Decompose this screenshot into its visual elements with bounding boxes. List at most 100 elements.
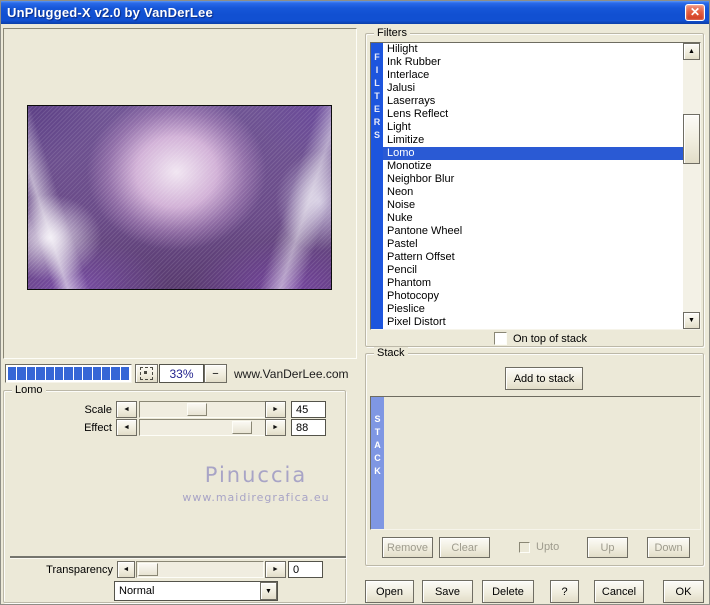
on-top-of-stack-label: On top of stack	[513, 332, 587, 345]
scale-value-input[interactable]: 45	[291, 401, 326, 418]
progress-segment	[36, 367, 45, 380]
effect-slider-thumb[interactable]	[232, 421, 252, 434]
upto-label: Upto	[536, 541, 560, 553]
filter-list-item[interactable]: Pieslice	[383, 303, 683, 316]
effect-slider-track[interactable]	[139, 419, 266, 436]
filter-list-item[interactable]: Interlace	[383, 69, 683, 82]
filters-listbox: FILTERS Hilight Ink Rubber Interlace Jalusi…	[370, 42, 701, 330]
progress-segment	[120, 367, 130, 380]
filters-group: Filters FILTERS Hilight Ink Rubber Interla…	[365, 27, 704, 347]
transparency-increment-button[interactable]: ►	[265, 561, 286, 578]
progress-segment	[101, 367, 111, 380]
effect-increment-button[interactable]: ►	[265, 419, 286, 436]
transparency-slider-thumb[interactable]	[138, 563, 158, 576]
filter-list-item[interactable]: Pastel	[383, 238, 683, 251]
watermark-name: Pinuccia	[204, 463, 308, 487]
filter-list-item[interactable]: Lens Reflect	[383, 108, 683, 121]
scrollbar-thumb[interactable]	[683, 114, 700, 164]
open-button[interactable]: Open	[365, 580, 414, 603]
progress-segment	[92, 367, 101, 380]
window-title: UnPlugged-X v2.0 by VanDerLee	[7, 5, 213, 20]
upto-checkbox[interactable]	[519, 541, 530, 553]
zoom-out-button[interactable]: −	[204, 364, 227, 383]
filter-list-item[interactable]: Nuke	[383, 212, 683, 225]
filter-params-group-label: Lomo	[12, 384, 46, 396]
ok-button[interactable]: OK	[663, 580, 704, 603]
upto-option[interactable]: Upto	[519, 541, 559, 553]
vanderlee-link[interactable]: www.VanDerLee.com	[234, 367, 349, 381]
transparency-slider-track[interactable]	[136, 561, 264, 578]
progress-segment	[73, 367, 83, 380]
zoom-level[interactable]: 33%	[159, 364, 204, 383]
transparency-label: Transparency	[46, 564, 113, 576]
stack-group: Stack Add to stack STACK Remove Clear Up…	[365, 347, 704, 566]
filter-list-item[interactable]: Pantone Wheel	[383, 225, 683, 238]
progress-segment	[26, 367, 36, 380]
blend-mode-value: Normal	[119, 585, 155, 597]
filter-list-item[interactable]: Pixel Distort	[383, 316, 683, 329]
filter-list-item[interactable]: Neon	[383, 186, 683, 199]
marquee-icon	[140, 367, 153, 380]
filter-list-item[interactable]: Light	[383, 121, 683, 134]
filter-list-item[interactable]: Lomo	[383, 147, 683, 160]
help-button[interactable]: ?	[550, 580, 579, 603]
filter-list-item[interactable]: Noise	[383, 199, 683, 212]
stack-listbox[interactable]: STACK	[370, 396, 701, 530]
chevron-down-icon[interactable]: ▼	[260, 582, 277, 600]
save-button[interactable]: Save	[422, 580, 473, 603]
remove-button[interactable]: Remove	[382, 537, 433, 558]
stack-vertical-tab: STACK	[371, 397, 384, 529]
on-top-of-stack-checkbox[interactable]	[494, 332, 507, 345]
add-to-stack-button[interactable]: Add to stack	[505, 367, 583, 390]
effect-value-input[interactable]: 88	[291, 419, 326, 436]
close-icon[interactable]: ✕	[685, 4, 705, 21]
scroll-up-icon[interactable]: ▲	[683, 43, 700, 60]
filter-list-item[interactable]: Monotize	[383, 160, 683, 173]
progress-segment	[54, 367, 64, 380]
filters-vertical-tab: FILTERS	[371, 43, 383, 329]
separator-line	[10, 556, 346, 559]
unplugged-x-dialog: UnPlugged-X v2.0 by VanDerLee ✕ 33% − ww…	[0, 0, 710, 605]
scroll-down-icon[interactable]: ▼	[683, 312, 700, 329]
progress-segment	[111, 367, 120, 380]
filter-list-item[interactable]: Pattern Offset	[383, 251, 683, 264]
transparency-value-input[interactable]: 0	[288, 561, 323, 578]
scale-increment-button[interactable]: ►	[265, 401, 286, 418]
filter-list-item[interactable]: Hilight	[383, 43, 683, 56]
up-button[interactable]: Up	[587, 537, 628, 558]
preview-image[interactable]	[27, 105, 332, 290]
preview-select-button[interactable]	[135, 364, 158, 383]
preview-panel[interactable]	[3, 28, 357, 359]
filter-list[interactable]: Hilight Ink Rubber Interlace Jalusi Laserray…	[383, 43, 683, 329]
down-button[interactable]: Down	[647, 537, 690, 558]
filter-list-item[interactable]: Laserrays	[383, 95, 683, 108]
progress-segment	[17, 367, 26, 380]
transparency-decrement-button[interactable]: ◄	[117, 561, 135, 578]
progress-segment	[83, 367, 92, 380]
filters-scrollbar[interactable]: ▲ ▼	[683, 43, 700, 329]
progress-bar	[5, 364, 132, 383]
effect-decrement-button[interactable]: ◄	[116, 419, 137, 436]
scale-label: Scale	[84, 404, 112, 416]
scale-decrement-button[interactable]: ◄	[116, 401, 137, 418]
progress-segment	[64, 367, 73, 380]
on-top-of-stack-option[interactable]: On top of stack	[494, 332, 587, 345]
filter-list-item[interactable]: Pencil	[383, 264, 683, 277]
progress-segment	[8, 367, 17, 380]
watermark-site: www.maidiregrafica.eu	[182, 491, 330, 504]
filter-list-item[interactable]: Phantom	[383, 277, 683, 290]
filter-list-item[interactable]: Ink Rubber	[383, 56, 683, 69]
filter-list-item[interactable]: Photocopy	[383, 290, 683, 303]
filter-list-item[interactable]: Limitize	[383, 134, 683, 147]
scale-slider-thumb[interactable]	[187, 403, 207, 416]
blend-mode-dropdown[interactable]: Normal ▼	[114, 581, 278, 601]
delete-button[interactable]: Delete	[482, 580, 534, 603]
clear-button[interactable]: Clear	[439, 537, 490, 558]
cancel-button[interactable]: Cancel	[594, 580, 644, 603]
scale-slider-track[interactable]	[139, 401, 266, 418]
filter-list-item[interactable]: Neighbor Blur	[383, 173, 683, 186]
filters-group-label: Filters	[374, 27, 410, 39]
filter-list-item[interactable]: Jalusi	[383, 82, 683, 95]
stack-list[interactable]	[384, 397, 700, 529]
title-bar[interactable]: UnPlugged-X v2.0 by VanDerLee ✕	[1, 1, 709, 24]
